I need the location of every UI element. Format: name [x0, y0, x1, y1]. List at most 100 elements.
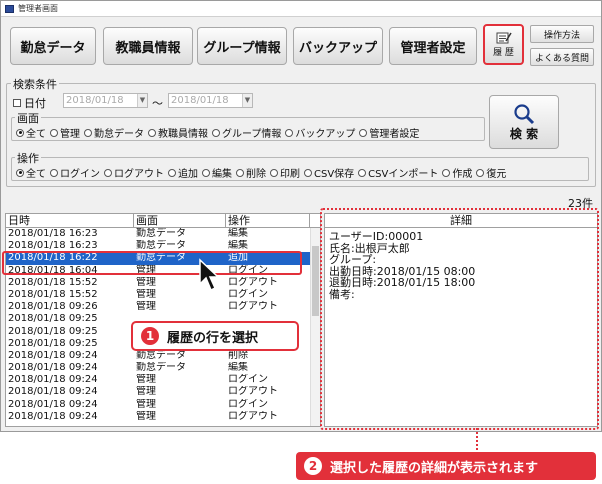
table-row[interactable]: 2018/01/18 09:24 管理 ログアウト — [6, 411, 320, 423]
radio-dot — [304, 168, 312, 177]
attendance-button[interactable]: 勤怠データ — [10, 27, 96, 65]
radio-label: ログイン — [60, 169, 100, 180]
table-row[interactable]: 2018/01/18 16:23 勤怠データ 編集 — [6, 228, 320, 240]
table-scrollbar[interactable] — [310, 228, 320, 426]
table-cell: 2018/01/18 09:24 — [8, 386, 98, 398]
history-label: 履 歴 — [493, 48, 514, 58]
radio-dot — [84, 128, 92, 137]
title-bar: 管理者画面 — [1, 1, 601, 17]
table-row[interactable]: 2018/01/18 15:52 管理 ログアウト — [6, 277, 320, 289]
column-header-datetime[interactable]: 日時 — [6, 214, 134, 227]
operation-radio-1[interactable]: ログイン — [50, 165, 100, 180]
radio-label: 編集 — [212, 169, 232, 180]
table-row[interactable]: 2018/01/18 15:52 管理 ログイン — [6, 289, 320, 301]
table-cell: 2018/01/18 09:26 — [8, 301, 98, 313]
radio-dot — [50, 128, 58, 137]
radio-dot — [476, 168, 485, 177]
screen-filter-options: 全て 管理 勤怠データ 教職員情報 グループ情報 バックアップ 管理者設定 — [16, 125, 423, 140]
radio-label: 管理 — [60, 129, 80, 140]
table-cell: 2018/01/18 15:52 — [8, 288, 98, 300]
table-cell: 2018/01/18 09:24 — [8, 398, 98, 410]
column-header-screen[interactable]: 画面 — [134, 214, 226, 227]
operation-radio-5[interactable]: 削除 — [236, 165, 266, 180]
screen-radio-3[interactable]: 教職員情報 — [148, 125, 208, 140]
operation-radio-3[interactable]: 追加 — [168, 165, 198, 180]
operation-radio-4[interactable]: 編集 — [202, 165, 232, 180]
radio-dot — [236, 168, 244, 177]
table-cell: 管理 — [136, 374, 156, 386]
screen-radio-5[interactable]: バックアップ — [285, 125, 355, 140]
column-header-operation[interactable]: 操作 — [226, 214, 310, 227]
app-icon — [5, 4, 14, 13]
table-cell: 管理 — [136, 386, 156, 398]
table-row[interactable]: 2018/01/18 09:26 管理 ログアウト — [6, 301, 320, 313]
screen-radio-4[interactable]: グループ情報 — [212, 125, 281, 140]
radio-dot — [16, 168, 24, 177]
operation-radio-0[interactable]: 全て — [16, 165, 46, 180]
howto-button[interactable]: 操作方法 — [530, 25, 594, 43]
operation-radio-6[interactable]: 印刷 — [270, 165, 300, 180]
history-button[interactable]: 履 歴 — [483, 24, 524, 65]
screen-filter-title: 画面 — [15, 110, 41, 126]
radio-label: ログアウト — [114, 169, 164, 180]
table-cell: 編集 — [228, 228, 248, 239]
screen-radio-0[interactable]: 全て — [16, 125, 46, 140]
group-button[interactable]: グループ情報 — [197, 27, 287, 65]
operation-radio-9[interactable]: 作成 — [442, 165, 472, 180]
backup-button[interactable]: バックアップ — [293, 27, 383, 65]
search-button[interactable]: 検 索 — [489, 95, 559, 149]
table-cell: ログイン — [228, 374, 268, 386]
radio-label: 追加 — [178, 169, 198, 180]
operation-radio-7[interactable]: CSV保存 — [304, 165, 354, 180]
table-cell: ログイン — [228, 398, 268, 410]
scrollbar-thumb[interactable] — [312, 246, 319, 316]
screen-radio-6[interactable]: 管理者設定 — [359, 125, 419, 140]
screen-filter-group: 画面 全て 管理 勤怠データ 教職員情報 グループ情報 バックアップ 管理者設定 — [11, 110, 485, 141]
table-cell: ログアウト — [228, 386, 278, 398]
operation-radio-2[interactable]: ログアウト — [104, 165, 164, 180]
table-header: 日時 画面 操作 — [6, 214, 320, 228]
operation-filter-title: 操作 — [15, 150, 41, 166]
table-cell: ログアウト — [228, 410, 278, 422]
table-cell: 管理 — [136, 410, 156, 422]
staff-button[interactable]: 教職員情報 — [103, 27, 193, 65]
radio-label: 削除 — [246, 169, 266, 180]
radio-label: バックアップ — [295, 129, 356, 140]
table-cell: ログイン — [228, 288, 268, 300]
date-range-separator: ～ — [152, 97, 163, 110]
faq-button[interactable]: よくある質問 — [530, 48, 594, 66]
date-from-input[interactable]: 2018/01/18 ▼ — [63, 93, 148, 108]
table-cell: 2018/01/18 09:24 — [8, 410, 98, 422]
screen-radio-1[interactable]: 管理 — [50, 125, 80, 140]
search-button-label: 検 索 — [509, 126, 539, 141]
magnifier-icon — [514, 103, 535, 124]
table-row[interactable]: 2018/01/18 09:24 勤怠データ 削除 — [6, 350, 320, 362]
operation-radio-10[interactable]: 復元 — [476, 165, 506, 180]
selected-row-highlight — [2, 251, 302, 275]
mouse-cursor-icon — [199, 258, 220, 292]
table-cell: 2018/01/18 09:24 — [8, 349, 98, 361]
screen-radio-2[interactable]: 勤怠データ — [84, 125, 144, 140]
admin-settings-button[interactable]: 管理者設定 — [389, 27, 477, 65]
radio-label: CSVインポート — [368, 169, 439, 180]
table-cell: 2018/01/18 09:25 — [8, 313, 98, 325]
radio-label: グループ情報 — [222, 129, 282, 140]
step1-text: 履歴の行を選択 — [167, 330, 259, 346]
radio-dot — [270, 168, 278, 177]
radio-label: 印刷 — [280, 169, 300, 180]
step2-number: 2 — [304, 457, 322, 475]
table-row[interactable]: 2018/01/18 09:24 管理 ログイン — [6, 374, 320, 386]
operation-radio-8[interactable]: CSVインポート — [358, 165, 438, 180]
table-row[interactable]: 2018/01/18 09:24 管理 ログイン — [6, 399, 320, 411]
date-to-input[interactable]: 2018/01/18 ▼ — [168, 93, 253, 108]
date-checkbox[interactable]: 日付 — [13, 95, 46, 111]
table-cell: 2018/01/18 15:52 — [8, 276, 98, 288]
table-row[interactable]: 2018/01/18 09:24 管理 ログアウト — [6, 386, 320, 398]
radio-dot — [168, 168, 176, 177]
table-cell: 2018/01/18 16:23 — [8, 228, 98, 239]
radio-label: CSV保存 — [314, 169, 355, 180]
table-row[interactable]: 2018/01/18 09:24 勤怠データ 編集 — [6, 362, 320, 374]
radio-dot — [16, 128, 24, 137]
table-cell: ログアウト — [228, 301, 278, 313]
table-cell: 2018/01/18 09:24 — [8, 374, 98, 386]
